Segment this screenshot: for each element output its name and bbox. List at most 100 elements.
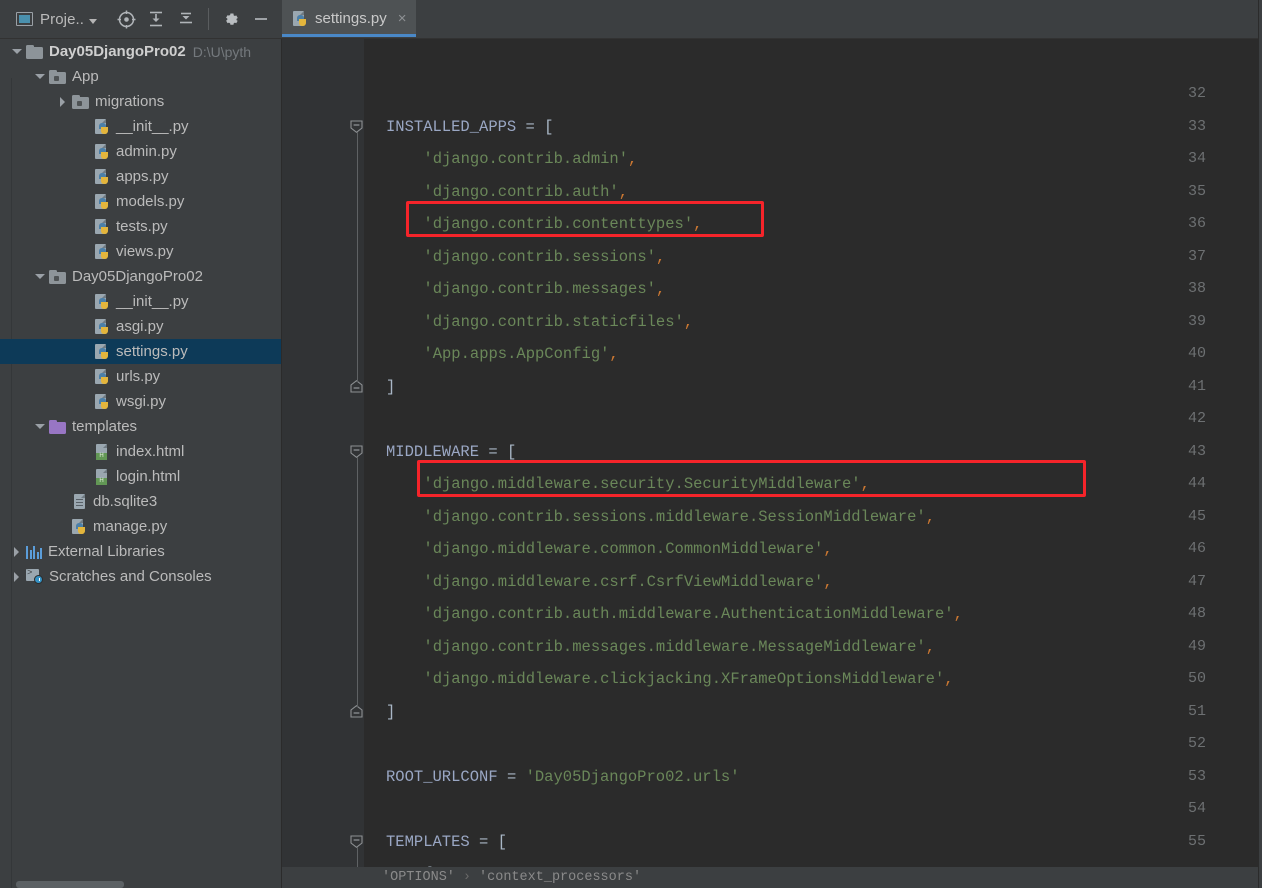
code-token: [ <box>497 832 507 851</box>
chevron-right-icon[interactable] <box>56 95 69 108</box>
code-line[interactable]: 'django.contrib.contenttypes', <box>423 215 702 233</box>
code-editor[interactable]: 32 33 34 35 36 37 38 39 40 41 42 43 44 45 46 47 48 49 50 51… <box>282 39 1258 888</box>
code-line[interactable]: 'django.middleware.csrf.CsrfViewMiddlewa… <box>423 573 832 591</box>
code-token: , <box>683 312 694 331</box>
code-line[interactable]: 'django.contrib.sessions.middleware.Sess… <box>423 508 935 526</box>
code-line[interactable]: 'django.contrib.auth', <box>423 183 628 201</box>
tree-item-models-py[interactable]: models.py <box>0 189 281 214</box>
tree-item-day05djangopro02[interactable]: Day05DjangoPro02 D:\U\pyth <box>0 39 281 64</box>
folder-icon <box>26 44 43 59</box>
code-line[interactable]: 'App.apps.AppConfig', <box>423 345 618 363</box>
tree-item-init-py[interactable]: __init__.py <box>0 114 281 139</box>
chevron-down-icon[interactable] <box>10 45 23 58</box>
tree-item-label: admin.py <box>116 143 177 160</box>
tree-item-tests-py[interactable]: tests.py <box>0 214 281 239</box>
tree-item-apps-py[interactable]: apps.py <box>0 164 281 189</box>
breadcrumb[interactable]: 'OPTIONS' › 'context_processors' <box>282 867 1258 888</box>
code-line[interactable]: 'django.contrib.admin', <box>423 150 637 168</box>
tree-item-wsgi-py[interactable]: wsgi.py <box>0 389 281 414</box>
tree-item-label: External Libraries <box>48 543 165 560</box>
python-file-icon <box>293 10 308 27</box>
tree-item-index-html[interactable]: Hindex.html <box>0 439 281 464</box>
chevron-down-icon[interactable] <box>33 420 46 433</box>
tree-item-views-py[interactable]: views.py <box>0 239 281 264</box>
tree-item-templates[interactable]: templates <box>0 414 281 439</box>
tree-item-label: Scratches and Consoles <box>49 568 212 585</box>
database-file-icon <box>72 493 87 510</box>
collapse-all-icon[interactable] <box>171 4 201 34</box>
code-token: , <box>609 345 619 363</box>
code-line[interactable]: 'django.contrib.messages.middleware.Mess… <box>423 638 935 656</box>
tree-item-label: templates <box>72 418 138 435</box>
tree-item-label: tests.py <box>116 218 168 235</box>
code-line[interactable]: 'django.contrib.staticfiles', <box>423 313 693 331</box>
python-file-icon <box>95 318 110 335</box>
code-line[interactable]: ] <box>386 378 395 396</box>
code-token: 'django.contrib.sessions.middleware.Sess… <box>423 507 926 526</box>
code-token: = <box>479 832 489 851</box>
tree-item-urls-py[interactable]: urls.py <box>0 364 281 389</box>
project-horizontal-scrollbar[interactable] <box>16 881 124 888</box>
chevron-right-icon[interactable] <box>10 570 23 583</box>
python-file-icon <box>72 518 87 535</box>
tree-item-app[interactable]: App <box>0 64 281 89</box>
tree-item-db-sqlite3[interactable]: db.sqlite3 <box>0 489 281 514</box>
code-line[interactable]: 'django.contrib.messages', <box>423 280 665 298</box>
fold-marker-column[interactable] <box>282 39 374 888</box>
code-token: TEMPLATES <box>386 832 470 851</box>
code-token: 'Day05DjangoPro02.urls' <box>525 767 740 786</box>
minimize-icon[interactable] <box>246 4 276 34</box>
code-token: , <box>655 247 666 266</box>
chevron-down-icon[interactable] <box>33 70 46 83</box>
close-icon[interactable]: × <box>398 11 407 26</box>
tree-item-scratches-and-consoles[interactable]: Scratches and Consoles <box>0 564 281 589</box>
python-file-icon <box>95 343 110 360</box>
code-line[interactable]: 'django.middleware.security.SecurityMidd… <box>423 475 869 493</box>
code-line[interactable]: MIDDLEWARE = [ <box>386 443 516 461</box>
breadcrumb-item-1[interactable]: 'context_processors' <box>479 870 641 885</box>
project-view-button[interactable]: Proje.. <box>14 8 103 31</box>
chevron-right-icon[interactable] <box>10 545 23 558</box>
code-line[interactable]: INSTALLED_APPS = [ <box>386 118 553 136</box>
code-line[interactable]: 'django.middleware.common.CommonMiddlewa… <box>423 540 832 558</box>
folder-module-icon <box>72 94 89 109</box>
tree-item-admin-py[interactable]: admin.py <box>0 139 281 164</box>
code-line[interactable]: ] <box>386 703 395 721</box>
tree-item-migrations[interactable]: migrations <box>0 89 281 114</box>
code-line[interactable]: ROOT_URLCONF = 'Day05DjangoPro02.urls' <box>386 768 740 786</box>
tab-settings-py[interactable]: settings.py × <box>282 0 417 37</box>
code-token: 'django.contrib.messages' <box>423 280 656 298</box>
tree-item-settings-py[interactable]: settings.py <box>0 339 281 364</box>
code-text-area[interactable]: INSTALLED_APPS = [ 'django.contrib.admin'… <box>364 39 1258 888</box>
breadcrumb-item-0[interactable]: 'OPTIONS' <box>382 870 455 885</box>
tree-item-asgi-py[interactable]: asgi.py <box>0 314 281 339</box>
tree-item-label: migrations <box>95 93 165 110</box>
tree-item-manage-py[interactable]: manage.py <box>0 514 281 539</box>
code-line[interactable]: 'django.middleware.clickjacking.XFrameOp… <box>423 670 953 688</box>
tree-item-login-html[interactable]: Hlogin.html <box>0 464 281 489</box>
python-file-icon <box>95 243 110 260</box>
code-token: 'django.contrib.contenttypes' <box>423 215 694 233</box>
folder-module-icon <box>49 269 66 284</box>
tree-item-external-libraries[interactable]: External Libraries <box>0 539 281 564</box>
project-file-tree[interactable]: Day05DjangoPro02 D:\U\pyth App migrations __… <box>0 39 281 589</box>
code-line[interactable]: TEMPLATES = [ <box>386 833 507 851</box>
locate-target-icon[interactable] <box>111 4 141 34</box>
code-token: [ <box>506 442 517 461</box>
expand-all-icon[interactable] <box>141 4 171 34</box>
project-button-label: Proje.. <box>40 10 85 28</box>
python-file-icon <box>95 368 110 385</box>
tree-item-day05djangopro02[interactable]: Day05DjangoPro02 <box>0 264 281 289</box>
chevron-down-icon[interactable] <box>33 270 46 283</box>
tree-item-init-py[interactable]: __init__.py <box>0 289 281 314</box>
code-token: , <box>628 150 638 168</box>
gear-icon[interactable] <box>216 4 246 34</box>
code-line[interactable]: 'django.contrib.auth.middleware.Authenti… <box>423 605 963 623</box>
tree-item-label: models.py <box>116 193 185 210</box>
tree-item-label: asgi.py <box>116 318 164 335</box>
code-line[interactable]: 'django.contrib.sessions', <box>423 248 665 266</box>
